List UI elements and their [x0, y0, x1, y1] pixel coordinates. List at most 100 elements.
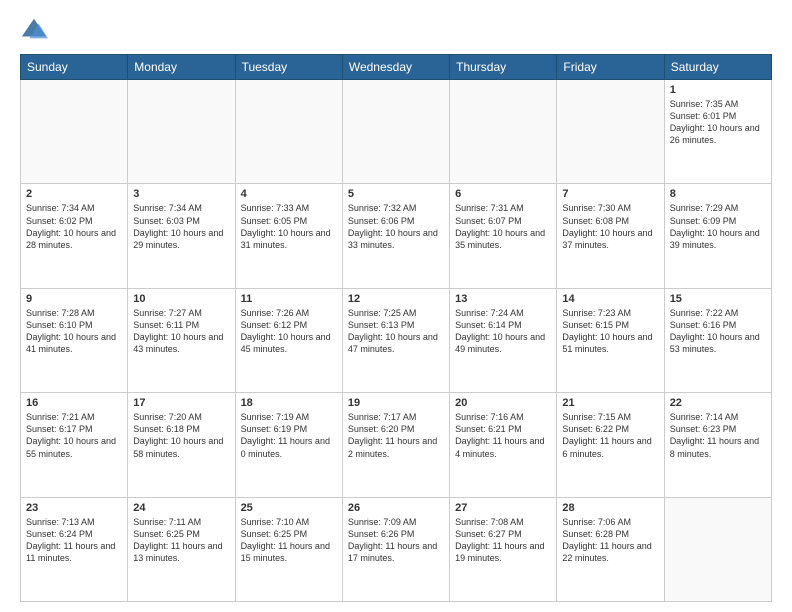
- calendar-cell: 23 Sunrise: 7:13 AM Sunset: 6:24 PM Dayli…: [21, 497, 128, 601]
- day-number: 25: [241, 502, 337, 514]
- calendar-cell: 6 Sunrise: 7:31 AM Sunset: 6:07 PM Daylig…: [450, 184, 557, 288]
- day-number: 3: [133, 188, 229, 200]
- calendar-day-header: Monday: [128, 55, 235, 80]
- day-number: 5: [348, 188, 444, 200]
- calendar-day-header: Friday: [557, 55, 664, 80]
- cell-content: Sunrise: 7:10 AM Sunset: 6:25 PM Dayligh…: [241, 516, 337, 565]
- calendar-cell: 10Sunrise: 7:27 AM Sunset: 6:11 PM Dayli…: [128, 288, 235, 392]
- cell-content: Sunrise: 7:13 AM Sunset: 6:24 PM Dayligh…: [26, 516, 122, 565]
- cell-content: Sunrise: 7:30 AM Sunset: 6:08 PM Dayligh…: [562, 202, 658, 251]
- cell-content: Sunrise: 7:08 AM Sunset: 6:27 PM Dayligh…: [455, 516, 551, 565]
- day-number: 28: [562, 502, 658, 514]
- calendar-table: SundayMondayTuesdayWednesdayThursdayFrid…: [20, 54, 772, 602]
- day-number: 20: [455, 397, 551, 409]
- cell-content: Sunrise: 7:19 AM Sunset: 6:19 PM Dayligh…: [241, 411, 337, 460]
- calendar-cell: [557, 80, 664, 184]
- cell-content: Sunrise: 7:31 AM Sunset: 6:07 PM Dayligh…: [455, 202, 551, 251]
- cell-content: Sunrise: 7:15 AM Sunset: 6:22 PM Dayligh…: [562, 411, 658, 460]
- day-number: 8: [670, 188, 766, 200]
- calendar-cell: 25 Sunrise: 7:10 AM Sunset: 6:25 PM Dayli…: [235, 497, 342, 601]
- calendar-cell: [342, 80, 449, 184]
- calendar-cell: 11Sunrise: 7:26 AM Sunset: 6:12 PM Dayli…: [235, 288, 342, 392]
- cell-content: Sunrise: 7:09 AM Sunset: 6:26 PM Dayligh…: [348, 516, 444, 565]
- calendar-cell: 2 Sunrise: 7:34 AM Sunset: 6:02 PM Daylig…: [21, 184, 128, 288]
- page-container: SundayMondayTuesdayWednesdayThursdayFrid…: [0, 0, 792, 612]
- calendar-cell: 22 Sunrise: 7:14 AM Sunset: 6:23 PM Dayli…: [664, 393, 771, 497]
- day-number: 22: [670, 397, 766, 409]
- day-number: 15: [670, 293, 766, 305]
- cell-content: Sunrise: 7:32 AM Sunset: 6:06 PM Dayligh…: [348, 202, 444, 251]
- calendar-day-header: Wednesday: [342, 55, 449, 80]
- calendar-cell: [128, 80, 235, 184]
- calendar-cell: 18 Sunrise: 7:19 AM Sunset: 6:19 PM Dayli…: [235, 393, 342, 497]
- cell-content: Sunrise: 7:21 AM Sunset: 6:17 PM Dayligh…: [26, 411, 122, 460]
- calendar-cell: 16 Sunrise: 7:21 AM Sunset: 6:17 PM Dayli…: [21, 393, 128, 497]
- cell-content: Sunrise: 7:24 AM Sunset: 6:14 PM Dayligh…: [455, 307, 551, 356]
- calendar-cell: 8 Sunrise: 7:29 AM Sunset: 6:09 PM Daylig…: [664, 184, 771, 288]
- cell-content: Sunrise: 7:22 AM Sunset: 6:16 PM Dayligh…: [670, 307, 766, 356]
- calendar-cell: 4Sunrise: 7:33 AM Sunset: 6:05 PM Daylig…: [235, 184, 342, 288]
- cell-content: Sunrise: 7:29 AM Sunset: 6:09 PM Dayligh…: [670, 202, 766, 251]
- calendar-cell: 21 Sunrise: 7:15 AM Sunset: 6:22 PM Dayli…: [557, 393, 664, 497]
- day-number: 18: [241, 397, 337, 409]
- cell-content: Sunrise: 7:06 AM Sunset: 6:28 PM Dayligh…: [562, 516, 658, 565]
- cell-content: Sunrise: 7:20 AM Sunset: 6:18 PM Dayligh…: [133, 411, 229, 460]
- calendar-cell: 19Sunrise: 7:17 AM Sunset: 6:20 PM Dayli…: [342, 393, 449, 497]
- calendar-cell: [21, 80, 128, 184]
- calendar-cell: 24 Sunrise: 7:11 AM Sunset: 6:25 PM Dayli…: [128, 497, 235, 601]
- day-number: 4: [241, 188, 337, 200]
- calendar-cell: [235, 80, 342, 184]
- cell-content: Sunrise: 7:35 AM Sunset: 6:01 PM Dayligh…: [670, 98, 766, 147]
- logo: [20, 16, 52, 44]
- calendar-day-header: Saturday: [664, 55, 771, 80]
- calendar-week-row: 1 Sunrise: 7:35 AM Sunset: 6:01 PM Daylig…: [21, 80, 772, 184]
- cell-content: Sunrise: 7:34 AM Sunset: 6:02 PM Dayligh…: [26, 202, 122, 251]
- day-number: 26: [348, 502, 444, 514]
- calendar-week-row: 16 Sunrise: 7:21 AM Sunset: 6:17 PM Dayli…: [21, 393, 772, 497]
- cell-content: Sunrise: 7:28 AM Sunset: 6:10 PM Dayligh…: [26, 307, 122, 356]
- calendar-day-header: Thursday: [450, 55, 557, 80]
- calendar-cell: 12 Sunrise: 7:25 AM Sunset: 6:13 PM Dayli…: [342, 288, 449, 392]
- day-number: 13: [455, 293, 551, 305]
- calendar-week-row: 2 Sunrise: 7:34 AM Sunset: 6:02 PM Daylig…: [21, 184, 772, 288]
- calendar-day-header: Sunday: [21, 55, 128, 80]
- calendar-cell: 7 Sunrise: 7:30 AM Sunset: 6:08 PM Daylig…: [557, 184, 664, 288]
- calendar-cell: 13 Sunrise: 7:24 AM Sunset: 6:14 PM Dayli…: [450, 288, 557, 392]
- day-number: 10: [133, 293, 229, 305]
- page-header: [20, 16, 772, 44]
- calendar-cell: [664, 497, 771, 601]
- calendar-cell: 26 Sunrise: 7:09 AM Sunset: 6:26 PM Dayli…: [342, 497, 449, 601]
- day-number: 9: [26, 293, 122, 305]
- day-number: 16: [26, 397, 122, 409]
- calendar-cell: 14 Sunrise: 7:23 AM Sunset: 6:15 PM Dayli…: [557, 288, 664, 392]
- calendar-cell: 27 Sunrise: 7:08 AM Sunset: 6:27 PM Dayli…: [450, 497, 557, 601]
- cell-content: Sunrise: 7:25 AM Sunset: 6:13 PM Dayligh…: [348, 307, 444, 356]
- day-number: 17: [133, 397, 229, 409]
- day-number: 14: [562, 293, 658, 305]
- day-number: 6: [455, 188, 551, 200]
- calendar-cell: 1 Sunrise: 7:35 AM Sunset: 6:01 PM Daylig…: [664, 80, 771, 184]
- cell-content: Sunrise: 7:11 AM Sunset: 6:25 PM Dayligh…: [133, 516, 229, 565]
- calendar-cell: 28 Sunrise: 7:06 AM Sunset: 6:28 PM Dayli…: [557, 497, 664, 601]
- day-number: 24: [133, 502, 229, 514]
- calendar-cell: [450, 80, 557, 184]
- calendar-header-row: SundayMondayTuesdayWednesdayThursdayFrid…: [21, 55, 772, 80]
- calendar-cell: 15 Sunrise: 7:22 AM Sunset: 6:16 PM Dayli…: [664, 288, 771, 392]
- day-number: 19: [348, 397, 444, 409]
- day-number: 12: [348, 293, 444, 305]
- calendar-cell: 3Sunrise: 7:34 AM Sunset: 6:03 PM Daylig…: [128, 184, 235, 288]
- day-number: 23: [26, 502, 122, 514]
- day-number: 2: [26, 188, 122, 200]
- calendar-day-header: Tuesday: [235, 55, 342, 80]
- day-number: 27: [455, 502, 551, 514]
- cell-content: Sunrise: 7:14 AM Sunset: 6:23 PM Dayligh…: [670, 411, 766, 460]
- cell-content: Sunrise: 7:16 AM Sunset: 6:21 PM Dayligh…: [455, 411, 551, 460]
- cell-content: Sunrise: 7:23 AM Sunset: 6:15 PM Dayligh…: [562, 307, 658, 356]
- day-number: 7: [562, 188, 658, 200]
- day-number: 1: [670, 84, 766, 96]
- calendar-week-row: 23 Sunrise: 7:13 AM Sunset: 6:24 PM Dayli…: [21, 497, 772, 601]
- day-number: 21: [562, 397, 658, 409]
- logo-icon: [20, 16, 48, 44]
- calendar-cell: 5 Sunrise: 7:32 AM Sunset: 6:06 PM Daylig…: [342, 184, 449, 288]
- day-number: 11: [241, 293, 337, 305]
